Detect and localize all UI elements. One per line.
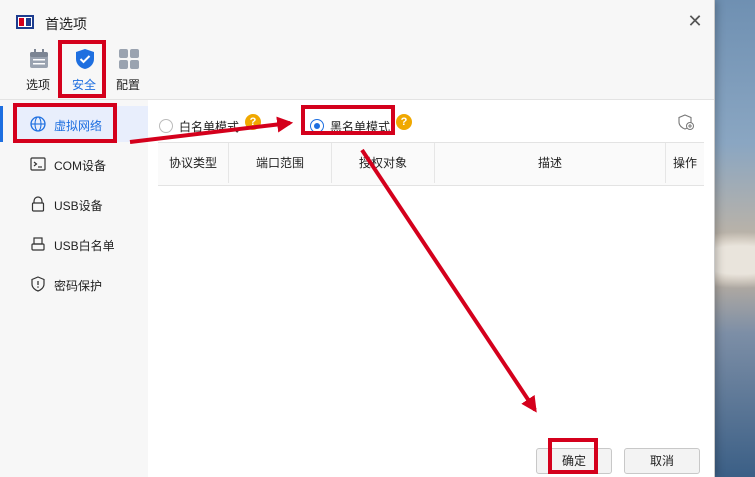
sidebar: 虚拟网络 COM设备 USB设备 USB白名单 密码保护 xyxy=(0,100,148,477)
sidebar-item-virtual-network[interactable]: 虚拟网络 xyxy=(0,106,148,142)
sidebar-item-password-protection[interactable]: 密码保护 xyxy=(14,266,148,302)
cancel-button[interactable]: 取消 xyxy=(624,448,700,474)
table-header-port-range[interactable]: 端口范围 xyxy=(229,143,332,183)
radio-circle xyxy=(159,119,173,133)
globe-icon xyxy=(30,116,46,132)
radio-label: 白名单模式 xyxy=(179,120,240,134)
toolbar-tab-label: 配置 xyxy=(115,78,140,92)
table-header-protocol[interactable]: 协议类型 xyxy=(158,143,229,183)
toolbar-tab-options[interactable]: 选项 xyxy=(16,44,60,96)
terminal-icon xyxy=(30,157,46,171)
toolbar: 选项 安全 配置 xyxy=(0,44,714,100)
calendar-icon xyxy=(30,49,48,68)
window-title: 首选项 xyxy=(45,16,87,32)
sidebar-item-label: COM设备 xyxy=(54,159,106,173)
usb-lock-icon xyxy=(31,196,45,212)
close-icon[interactable]: ✕ xyxy=(686,12,704,30)
toolbar-tab-label: 安全 xyxy=(71,78,96,92)
add-rule-icon[interactable] xyxy=(678,114,694,130)
shield-check-icon xyxy=(76,49,94,69)
sidebar-item-usb-whitelist[interactable]: USB白名单 xyxy=(14,226,148,262)
radio-label: 黑名单模式 xyxy=(330,120,391,134)
usb-drive-icon xyxy=(31,237,45,251)
grid-settings-icon xyxy=(119,49,139,69)
sidebar-item-label: 密码保护 xyxy=(54,279,103,293)
content-panel: 白名单模式 ? 黑名单模式 ? 协议类型 端口范围 授权对象 描述 操作 确定 … xyxy=(148,100,714,477)
table-header-auth-target[interactable]: 授权对象 xyxy=(332,143,435,183)
toolbar-tab-security[interactable]: 安全 xyxy=(62,44,106,96)
radio-circle xyxy=(310,119,324,133)
app-logo-icon xyxy=(16,15,34,29)
rules-table: 协议类型 端口范围 授权对象 描述 操作 xyxy=(158,142,704,186)
sidebar-item-label: 虚拟网络 xyxy=(54,119,103,133)
table-header-actions[interactable]: 操作 xyxy=(666,143,704,183)
sidebar-item-label: USB设备 xyxy=(54,199,103,213)
help-icon[interactable]: ? xyxy=(396,114,412,130)
toolbar-tab-label: 选项 xyxy=(25,78,50,92)
help-icon[interactable]: ? xyxy=(245,114,261,130)
title-bar: 首选项 ✕ xyxy=(0,0,714,44)
sidebar-item-label: USB白名单 xyxy=(54,239,115,253)
shield-icon xyxy=(31,276,45,292)
sidebar-item-com-device[interactable]: COM设备 xyxy=(14,146,148,182)
toolbar-tab-config[interactable]: 配置 xyxy=(106,44,150,96)
ok-button[interactable]: 确定 xyxy=(536,448,612,474)
sidebar-item-usb-device[interactable]: USB设备 xyxy=(14,186,148,222)
table-header-description[interactable]: 描述 xyxy=(435,143,666,183)
preferences-window: 首选项 ✕ 选项 安全 配置 虚拟网络 COM设备 USB设备 USB白名单 密… xyxy=(0,0,715,477)
